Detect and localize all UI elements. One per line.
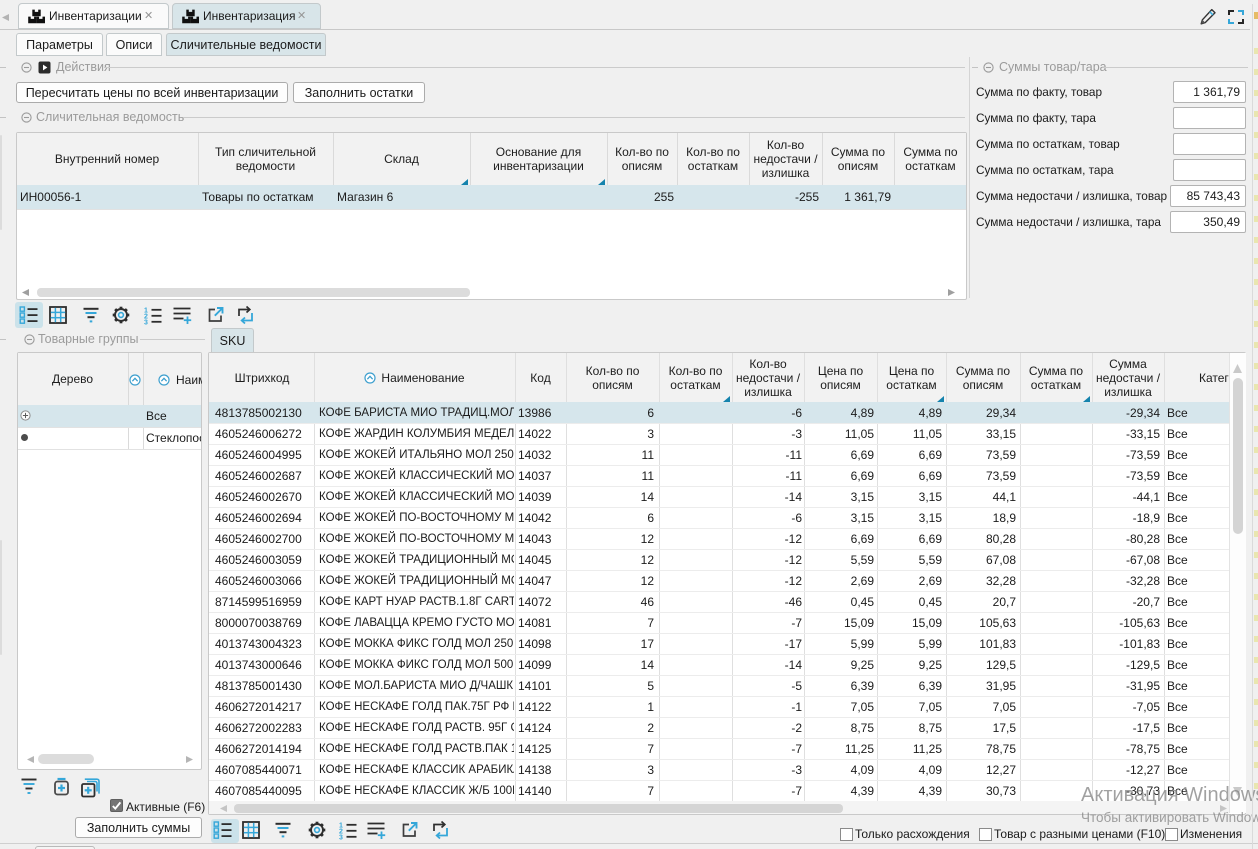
svg-text:3: 3 bbox=[144, 319, 148, 325]
svg-text:3: 3 bbox=[339, 834, 343, 840]
